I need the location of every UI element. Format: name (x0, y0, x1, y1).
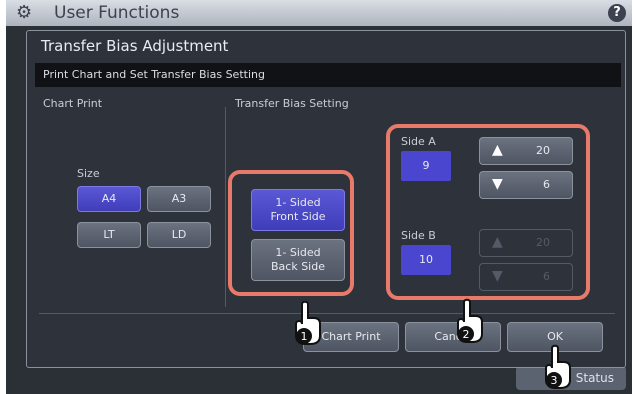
callout-highlight-bias-values (386, 124, 590, 300)
app-title: User Functions (54, 3, 180, 23)
hand-pointer-icon-2: 2 (457, 298, 483, 343)
hand-pointer-icon-1: 1 (295, 300, 321, 345)
dialog-title: Transfer Bias Adjustment (41, 37, 229, 55)
callout-number-1: 1 (301, 330, 308, 343)
size-label: Size (77, 167, 100, 180)
size-lt-button[interactable]: LT (77, 222, 141, 248)
callout-number-2: 2 (463, 328, 470, 341)
dialog-subheader: Print Chart and Set Transfer Bias Settin… (35, 63, 621, 87)
chart-print-section-label: Chart Print (43, 97, 103, 110)
hand-pointer-icon-3: 3 (545, 344, 571, 389)
section-divider (225, 107, 226, 307)
size-a4-button[interactable]: A4 (77, 186, 141, 212)
size-a3-button[interactable]: A3 (147, 186, 211, 212)
help-icon[interactable]: ? (608, 4, 626, 22)
transfer-bias-section-label: Transfer Bias Setting (235, 97, 349, 110)
subheader-text: Print Chart and Set Transfer Bias Settin… (43, 68, 265, 81)
callout-number-3: 3 (551, 374, 558, 387)
gear-icon: ⚙ (16, 2, 33, 23)
callout-highlight-side-selection (228, 170, 354, 296)
size-ld-button[interactable]: LD (147, 222, 211, 248)
app-header: ⚙ User Functions ? (6, 0, 632, 26)
